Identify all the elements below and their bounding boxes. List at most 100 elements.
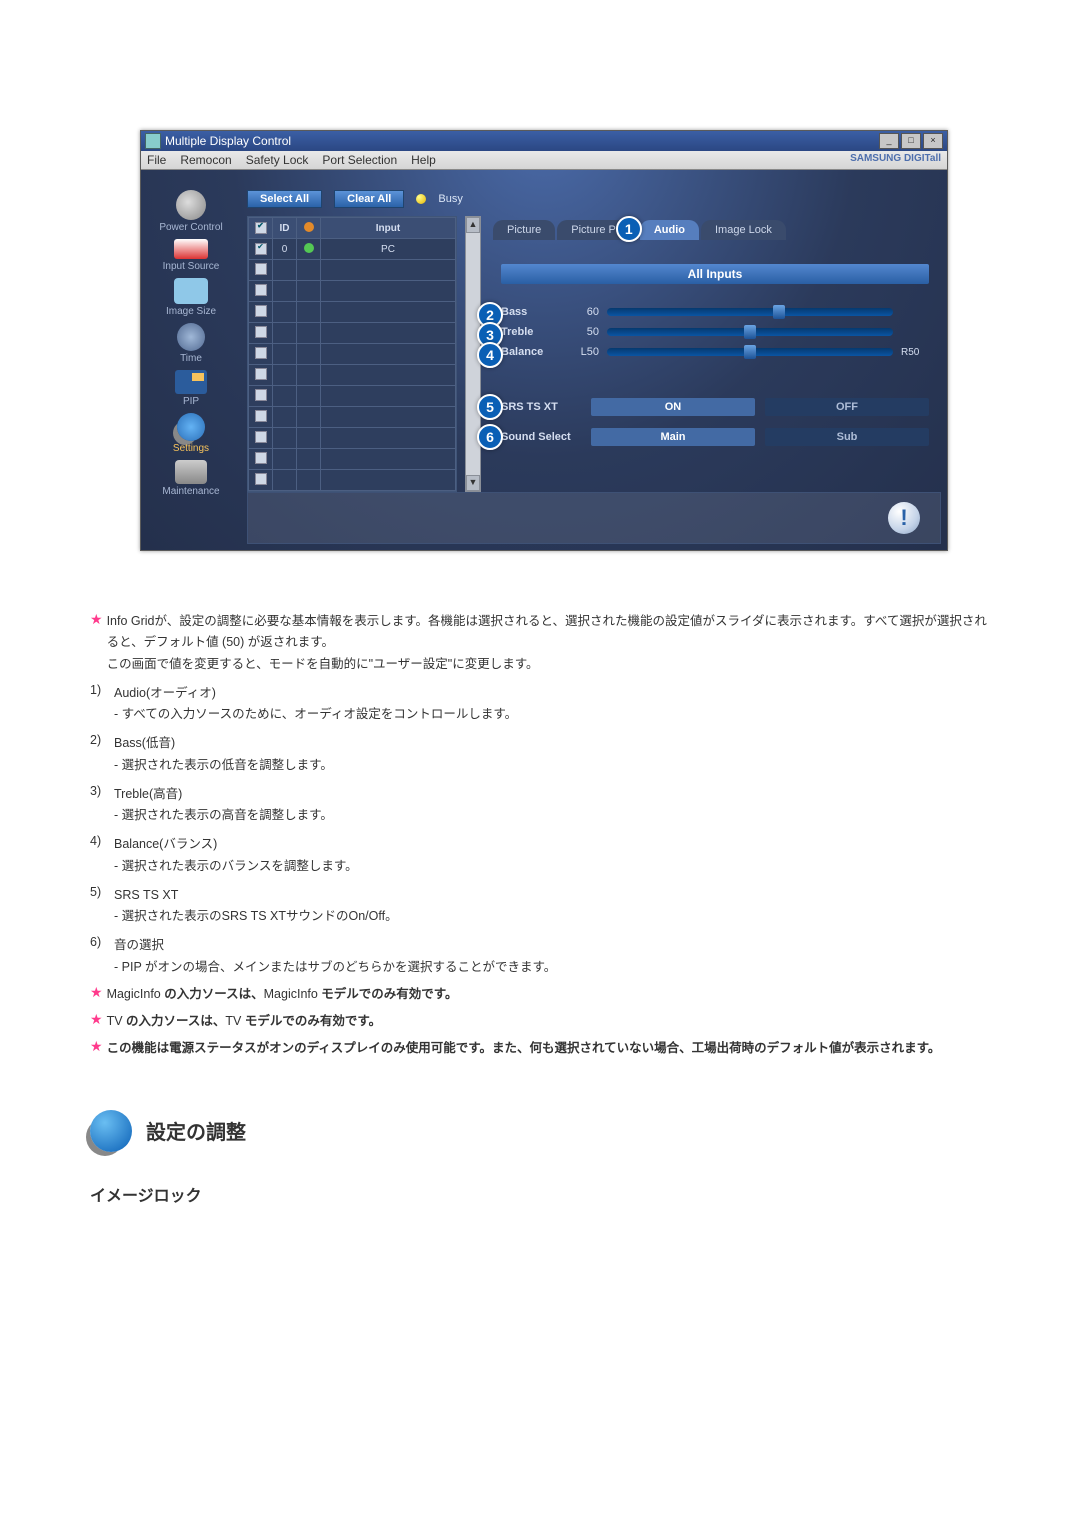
list-item: 6) 音の選択 - PIP がオンの場合、メインまたはサブのどちらかを選択するこ… (90, 935, 990, 978)
tab-image-lock[interactable]: Image Lock (701, 220, 786, 240)
list-item: 4) Balance(バランス) - 選択された表示のバランスを調整します。 (90, 834, 990, 877)
sidebar-item-pip[interactable]: PIP (141, 370, 241, 407)
item-number: 2) (90, 733, 114, 776)
callout-1: 1 (616, 216, 642, 242)
list-item: 5) SRS TS XT - 選択された表示のSRS TS XTサウンドのOn/… (90, 885, 990, 928)
section-heading: 設定の調整 (90, 1110, 990, 1152)
all-inputs-button[interactable]: All Inputs (501, 264, 929, 284)
menu-safety-lock[interactable]: Safety Lock (246, 153, 309, 167)
sidebar-item-power[interactable]: Power Control (141, 190, 241, 233)
tab-audio-label: Audio (654, 224, 685, 236)
srs-off-button[interactable]: OFF (765, 398, 929, 416)
sidebar-item-input[interactable]: Input Source (141, 239, 241, 272)
header-checkbox[interactable] (255, 222, 267, 234)
row-checkbox[interactable] (255, 347, 267, 359)
balance-left: L50 (569, 346, 599, 358)
row-checkbox[interactable] (255, 452, 267, 464)
sidebar-item-settings[interactable]: Settings (141, 413, 241, 454)
info-grid: ID Input 0 PC (247, 216, 457, 492)
sound-sub-button[interactable]: Sub (765, 428, 929, 446)
busy-label: Busy (438, 193, 462, 205)
input-source-icon (174, 239, 208, 259)
row-checkbox[interactable] (255, 243, 267, 255)
row-checkbox[interactable] (255, 431, 267, 443)
treble-label: Treble (501, 326, 561, 338)
minimize-button[interactable]: _ (879, 133, 899, 149)
treble-slider[interactable] (607, 328, 893, 336)
item-number: 6) (90, 935, 114, 978)
col-input: Input (321, 218, 456, 239)
item-title: Bass(低音) (114, 733, 990, 754)
info-icon[interactable]: ! (888, 502, 920, 534)
item-number: 1) (90, 683, 114, 726)
balance-row: 4 Balance L50 R50 (501, 346, 929, 358)
clear-all-button[interactable]: Clear All (334, 190, 404, 208)
menu-remocon[interactable]: Remocon (180, 153, 231, 167)
table-row[interactable]: 0 PC (249, 239, 456, 260)
item-title: 音の選択 (114, 935, 990, 956)
row-checkbox[interactable] (255, 263, 267, 275)
row-checkbox[interactable] (255, 284, 267, 296)
row-checkbox[interactable] (255, 368, 267, 380)
row-checkbox[interactable] (255, 305, 267, 317)
titlebar: Multiple Display Control _ □ × (141, 131, 947, 151)
detail-panel: Picture Picture PC 1 Audio Image Lock Al… (489, 216, 941, 492)
cell-input: PC (321, 239, 456, 260)
slider-thumb-icon[interactable] (744, 325, 756, 339)
bass-slider[interactable] (607, 308, 893, 316)
image-size-icon (174, 278, 208, 304)
star-icon: ★ (90, 611, 103, 675)
slider-thumb-icon[interactable] (773, 305, 785, 319)
item-title: Audio(オーディオ) (114, 683, 990, 704)
star-icon: ★ (90, 1011, 103, 1032)
status-header-icon (304, 222, 314, 232)
time-icon (177, 323, 205, 351)
menu-file[interactable]: File (147, 153, 166, 167)
item-body: - PIP がオンの場合、メインまたはサブのどちらかを選択することができます。 (114, 957, 990, 978)
list-item: 1) Audio(オーディオ) - すべての入力ソースのために、オーディオ設定を… (90, 683, 990, 726)
maintenance-icon (175, 460, 207, 484)
scroll-up-icon[interactable]: ▲ (466, 217, 480, 233)
tab-picture[interactable]: Picture (493, 220, 555, 240)
sidebar-label: PIP (183, 396, 199, 407)
maximize-button[interactable]: □ (901, 133, 921, 149)
section-subtitle: イメージロック (90, 1182, 990, 1206)
row-checkbox[interactable] (255, 389, 267, 401)
sound-select-row: 6 Sound Select Main Sub (501, 428, 929, 446)
sound-main-button[interactable]: Main (591, 428, 755, 446)
cell-id: 0 (273, 239, 297, 260)
row-checkbox[interactable] (255, 473, 267, 485)
info-grid-desc: Info Gridが、設定の調整に必要な基本情報を表示します。各機能は選択される… (107, 611, 990, 675)
menu-help[interactable]: Help (411, 153, 436, 167)
sidebar-item-maintenance[interactable]: Maintenance (141, 460, 241, 497)
status-bar: ! (247, 492, 941, 544)
balance-label: Balance (501, 346, 561, 358)
sidebar-item-time[interactable]: Time (141, 323, 241, 364)
callout-6: 6 (477, 424, 503, 450)
select-all-button[interactable]: Select All (247, 190, 322, 208)
srs-label: SRS TS XT (501, 401, 581, 413)
list-item: 2) Bass(低音) - 選択された表示の低音を調整します。 (90, 733, 990, 776)
section-title: 設定の調整 (146, 1116, 246, 1145)
callout-5: 5 (477, 394, 503, 420)
close-button[interactable]: × (923, 133, 943, 149)
slider-thumb-icon[interactable] (744, 345, 756, 359)
sidebar-label: Power Control (159, 222, 222, 233)
sidebar-label: Input Source (163, 261, 220, 272)
row-checkbox[interactable] (255, 410, 267, 422)
row-checkbox[interactable] (255, 326, 267, 338)
bass-value: 60 (569, 306, 599, 318)
treble-row: 3 Treble 50 (501, 326, 929, 338)
sidebar-label: Maintenance (162, 486, 219, 497)
item-number: 5) (90, 885, 114, 928)
srs-on-button[interactable]: ON (591, 398, 755, 416)
sidebar-item-image-size[interactable]: Image Size (141, 278, 241, 317)
sidebar-label: Time (180, 353, 202, 364)
tab-audio[interactable]: 1 Audio (640, 220, 699, 240)
balance-slider[interactable] (607, 348, 893, 356)
item-number: 4) (90, 834, 114, 877)
power-icon (176, 190, 206, 220)
menubar: File Remocon Safety Lock Port Selection … (141, 151, 947, 170)
menu-port-selection[interactable]: Port Selection (322, 153, 397, 167)
scroll-down-icon[interactable]: ▼ (466, 475, 480, 491)
